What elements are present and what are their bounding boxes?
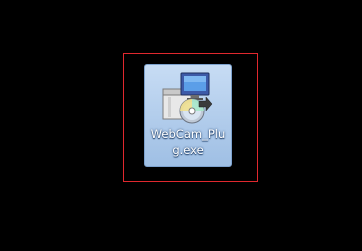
installer-package-icon [159,69,215,125]
icon-filename-label: WebCam_Plu g.exe [147,126,229,158]
desktop[interactable]: WebCam_Plu g.exe [0,0,362,251]
icon-filename-line-2: g.exe [172,143,204,157]
icon-filename-line-1: WebCam_Plu [150,127,226,141]
webcam-plug-exe-desktop-icon[interactable]: WebCam_Plu g.exe [144,64,232,167]
